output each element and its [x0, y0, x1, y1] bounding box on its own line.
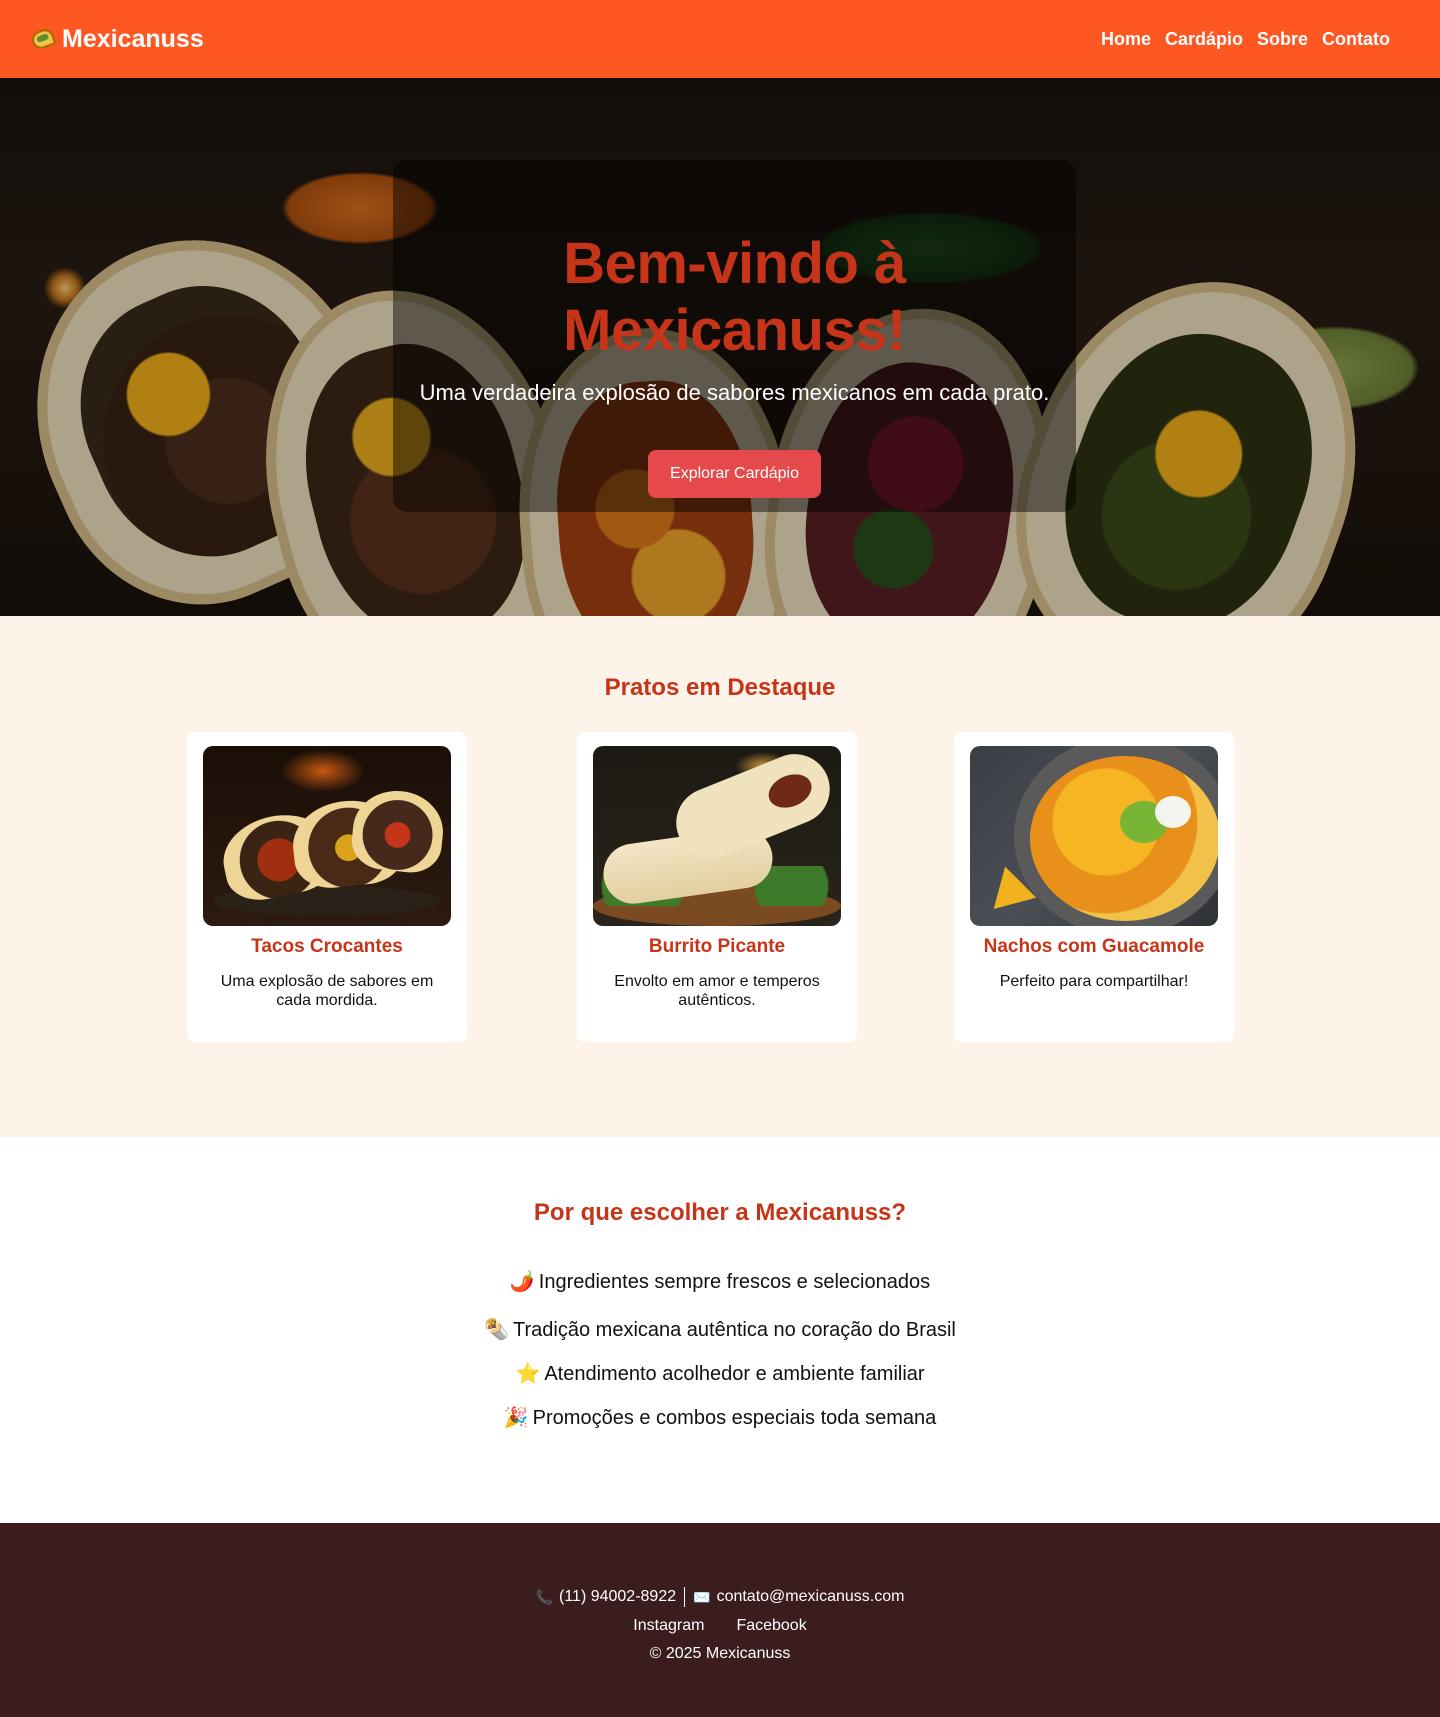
- featured-title: Pratos em Destaque: [604, 674, 836, 701]
- copyright: © 2025 Mexicanuss: [649, 1645, 791, 1662]
- dish-description: Uma explosão de sabores em cada mordida.: [220, 973, 434, 1009]
- why-item: 🌶️ Ingredientes sempre frescos e selecion…: [509, 1271, 931, 1293]
- instagram-link[interactable]: Instagram: [633, 1617, 704, 1635]
- nav-home[interactable]: Home: [1101, 29, 1151, 50]
- main-nav: Home Cardápio Sobre Contato: [1101, 29, 1390, 50]
- star-icon: ⭐: [515, 1363, 541, 1385]
- party-popper-icon: 🎉: [503, 1407, 529, 1429]
- envelope-icon: ✉️: [693, 1588, 711, 1605]
- site-header: Mexicanuss Home Cardápio Sobre Contato: [0, 0, 1440, 78]
- taco-icon: [29, 26, 57, 52]
- nav-contato[interactable]: Contato: [1322, 29, 1390, 50]
- footer-phone: (11) 94002-8922: [559, 1588, 677, 1605]
- why-item: ⭐ Atendimento acolhedor e ambiente famili…: [515, 1363, 925, 1385]
- brand[interactable]: Mexicanuss: [29, 24, 204, 54]
- dish-name: Burrito Picante: [648, 936, 786, 957]
- dish-name: Nachos com Guacamole: [983, 936, 1205, 957]
- chili-pepper-icon: 🌶️: [509, 1271, 535, 1293]
- burrito-image: [593, 746, 841, 926]
- dish-card[interactable]: Nachos com Guacamole Perfeito para compa…: [954, 732, 1234, 1042]
- site-footer: 📞 (11) 94002-8922 ✉️ contato@mexicanuss.…: [0, 1523, 1440, 1717]
- burrito-icon: 🌯: [484, 1319, 510, 1341]
- footer-email[interactable]: contato@mexicanuss.com: [717, 1588, 905, 1606]
- nav-sobre[interactable]: Sobre: [1257, 29, 1308, 50]
- divider: [684, 1587, 686, 1607]
- explore-menu-button[interactable]: Explorar Cardápio: [648, 450, 821, 498]
- hero-banner: Bem-vindo à Mexicanuss! Uma verdadeira e…: [0, 78, 1440, 616]
- nachos-image: [970, 746, 1218, 926]
- why-list: 🌶️ Ingredientes sempre frescos e selecion…: [0, 1269, 1440, 1430]
- nav-cardapio[interactable]: Cardápio: [1165, 29, 1243, 50]
- brand-name: Mexicanuss: [62, 24, 204, 53]
- dish-description: Perfeito para compartilhar!: [999, 973, 1189, 990]
- featured-cards: Tacos Crocantes Uma explosão de sabores …: [0, 732, 1440, 1042]
- dish-card[interactable]: Burrito Picante Envolto em amor e temper…: [577, 732, 857, 1042]
- hero-card: Bem-vindo à Mexicanuss! Uma verdadeira e…: [393, 160, 1076, 512]
- facebook-link[interactable]: Facebook: [736, 1617, 806, 1635]
- dish-description: Envolto em amor e temperos autênticos.: [614, 973, 820, 1009]
- featured-section: Pratos em Destaque Tacos Crocantes Uma e…: [0, 616, 1440, 1137]
- hero-subtitle: Uma verdadeira explosão de sabores mexic…: [419, 380, 1050, 405]
- dish-card[interactable]: Tacos Crocantes Uma explosão de sabores …: [187, 732, 467, 1042]
- social-links: Instagram Facebook: [0, 1617, 1440, 1635]
- tacos-image: [203, 746, 451, 926]
- why-title: Por que escolher a Mexicanuss?: [533, 1199, 907, 1226]
- hero-title: Bem-vindo à Mexicanuss!: [563, 231, 906, 363]
- why-item: 🎉 Promoções e combos especiais toda seman…: [503, 1407, 937, 1429]
- why-section: Por que escolher a Mexicanuss? 🌶️ Ingredi…: [0, 1137, 1440, 1523]
- dish-name: Tacos Crocantes: [251, 936, 403, 957]
- phone-icon: 📞: [535, 1588, 553, 1605]
- footer-contact: 📞 (11) 94002-8922 ✉️ contato@mexicanuss.…: [0, 1587, 1440, 1607]
- why-item: 🌯 Tradição mexicana autêntica no coração …: [484, 1319, 956, 1341]
